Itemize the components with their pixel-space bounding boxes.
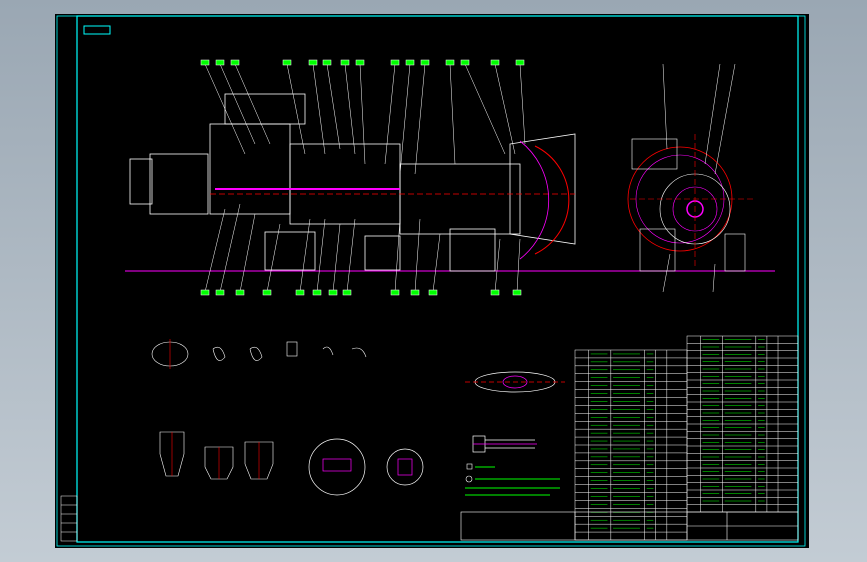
cad-viewport[interactable] [55, 14, 809, 548]
pin-detail [472, 435, 537, 453]
gearbox [209, 123, 291, 215]
bracket-details [159, 431, 274, 480]
sheet-border [76, 15, 799, 543]
main-casing [289, 143, 401, 225]
outer-border [56, 15, 806, 547]
oval-detail [465, 371, 565, 393]
side-view [129, 93, 576, 272]
support-right [449, 228, 496, 272]
drum-arc [534, 145, 570, 255]
hopper [224, 93, 306, 125]
drum-arc-outer [519, 140, 550, 260]
circle-details [308, 438, 424, 496]
revision-strip [60, 495, 78, 542]
motor-housing [149, 153, 209, 215]
parts-list-table [574, 335, 799, 541]
bottom-leader-labels [200, 203, 522, 296]
drawing-tag-box [83, 25, 111, 35]
engineering-drawing [56, 15, 806, 547]
tech-notes [465, 463, 560, 496]
section-details-row1 [151, 339, 367, 369]
top-leader-labels [200, 59, 526, 175]
end-view [627, 63, 755, 293]
support-mid [364, 235, 401, 271]
drum-section [399, 163, 521, 235]
motor-end [129, 158, 153, 205]
